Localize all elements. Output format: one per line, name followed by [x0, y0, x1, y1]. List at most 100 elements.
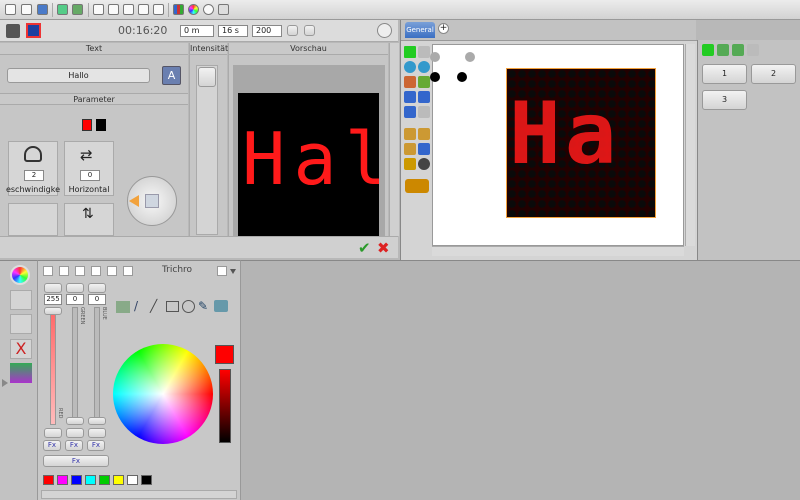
move-icon[interactable] — [418, 76, 430, 88]
blue-value[interactable]: 0 — [88, 294, 106, 305]
add-icon[interactable] — [404, 46, 416, 58]
all-fx-button[interactable]: Fx — [43, 455, 109, 467]
fixture-dot[interactable] — [457, 72, 467, 82]
stage-vscrollbar[interactable] — [685, 44, 695, 246]
duplicate-scene-icon[interactable] — [717, 44, 729, 56]
grid-tool-icon[interactable] — [404, 143, 416, 155]
text-color-swatch[interactable] — [82, 119, 92, 131]
unlink-icon[interactable] — [418, 91, 430, 103]
dimmer-icon[interactable] — [10, 314, 32, 334]
expand-arrow-icon[interactable] — [2, 379, 8, 387]
delete-scene-icon[interactable] — [747, 44, 759, 56]
horizontal-value[interactable]: 0 — [80, 170, 100, 181]
crossfade-icon[interactable]: X — [10, 339, 32, 359]
preset-slot[interactable] — [43, 266, 53, 276]
editor-hscrollbar[interactable] — [41, 490, 237, 499]
link-icon[interactable] — [404, 91, 416, 103]
palette-swatch[interactable] — [71, 475, 82, 485]
scene-button-1[interactable]: 1 — [702, 64, 747, 84]
faders-icon[interactable] — [10, 290, 32, 310]
palette-swatch[interactable] — [57, 475, 68, 485]
circle-icon[interactable] — [182, 300, 195, 313]
network-icon[interactable] — [203, 4, 214, 15]
send-icon[interactable] — [108, 4, 119, 15]
left-arrow-icon[interactable] — [129, 195, 139, 207]
distribute-icon[interactable] — [418, 106, 430, 118]
palette-swatch[interactable] — [43, 475, 54, 485]
stage-canvas[interactable]: Ha — [430, 44, 684, 246]
text-input[interactable]: Hallo — [7, 68, 150, 83]
palette-swatch[interactable] — [141, 475, 152, 485]
speed-value[interactable]: 2 — [24, 170, 44, 181]
align-icon[interactable] — [404, 106, 416, 118]
zoom-out-icon[interactable] — [418, 61, 430, 73]
effects-icon[interactable] — [10, 363, 32, 383]
blue-up-button[interactable] — [88, 283, 106, 293]
blue-down-button[interactable] — [88, 428, 106, 438]
scene-button-2[interactable]: 2 — [751, 64, 796, 84]
image-tool-icon[interactable] — [116, 301, 130, 313]
fixture-dot[interactable] — [430, 52, 440, 62]
save-icon[interactable] — [37, 4, 48, 15]
copy-icon[interactable] — [153, 4, 164, 15]
import-icon[interactable] — [57, 4, 68, 15]
open-file-icon[interactable] — [21, 4, 32, 15]
red-up-button[interactable] — [44, 283, 62, 293]
count-field[interactable]: 200 — [252, 25, 282, 37]
lock-icon[interactable] — [404, 158, 416, 170]
camera-icon[interactable] — [138, 4, 149, 15]
options-button[interactable] — [217, 266, 227, 276]
preset-slot[interactable] — [75, 266, 85, 276]
position-field[interactable]: 0 m — [180, 25, 214, 37]
cancel-icon[interactable]: ✖ — [377, 239, 390, 257]
red-fx-button[interactable]: Fx — [43, 440, 61, 451]
green-up-button[interactable] — [66, 283, 84, 293]
preset-slot[interactable] — [59, 266, 69, 276]
speaker-icon[interactable] — [218, 4, 229, 15]
fixture-library-icon[interactable] — [405, 179, 429, 193]
red-slider-handle[interactable] — [44, 307, 62, 315]
add-tab-button[interactable]: + — [438, 23, 449, 34]
preview-scrollbar[interactable] — [389, 43, 399, 236]
settings-icon[interactable] — [377, 23, 392, 38]
palette-swatch[interactable] — [113, 475, 124, 485]
color-wheel-icon[interactable] — [188, 4, 199, 15]
tab-general[interactable]: General — [405, 22, 435, 38]
led-matrix[interactable]: Ha — [506, 68, 656, 218]
line-icon[interactable]: ╱ — [150, 299, 157, 313]
group-icon[interactable] — [404, 128, 416, 140]
brush-icon[interactable]: / — [134, 299, 138, 313]
intensity-handle[interactable] — [198, 67, 216, 87]
new-file-icon[interactable] — [5, 4, 16, 15]
rectangle-icon[interactable] — [166, 301, 179, 312]
direction-pad[interactable] — [127, 176, 177, 226]
palette-swatch[interactable] — [85, 475, 96, 485]
green-fx-button[interactable]: Fx — [65, 440, 83, 451]
scene-settings-icon[interactable] — [732, 44, 744, 56]
palette-swatch[interactable] — [127, 475, 138, 485]
stage-hscrollbar[interactable] — [432, 246, 684, 256]
document-icon[interactable] — [93, 4, 104, 15]
fixture-dot[interactable] — [430, 72, 440, 82]
layers-icon[interactable] — [418, 143, 430, 155]
color-tool-icon[interactable] — [10, 265, 30, 285]
scene-button-3[interactable]: 3 — [702, 90, 747, 110]
minus-button[interactable] — [304, 25, 315, 36]
preset-slot[interactable] — [107, 266, 117, 276]
duration-field[interactable]: 16 s — [218, 25, 248, 37]
fixture-dot[interactable] — [465, 52, 475, 62]
color-wheel[interactable] — [113, 344, 213, 444]
cut-icon[interactable] — [123, 4, 134, 15]
background-color-swatch[interactable] — [96, 119, 106, 131]
delete-icon[interactable] — [418, 46, 430, 58]
preset-slot[interactable] — [123, 266, 133, 276]
font-button[interactable]: A — [162, 66, 181, 85]
plus-button[interactable] — [287, 25, 298, 36]
red-value[interactable]: 255 — [44, 294, 62, 305]
image-icon[interactable] — [404, 76, 416, 88]
confirm-icon[interactable]: ✔ — [358, 239, 371, 257]
dropdown-arrow-icon[interactable] — [230, 269, 236, 274]
zoom-in-icon[interactable] — [404, 61, 416, 73]
blue-fx-button[interactable]: Fx — [87, 440, 105, 451]
red-slider[interactable] — [50, 307, 56, 425]
